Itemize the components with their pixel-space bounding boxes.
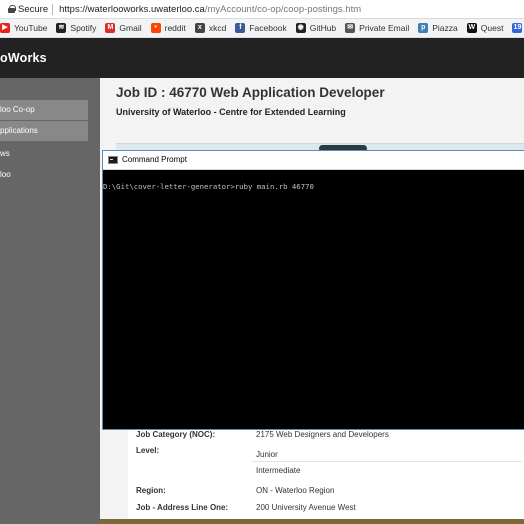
bookmark-spotify[interactable]: ≋ Spotify [56, 23, 96, 33]
address-bar[interactable]: Secure https://waterlooworks.uwaterloo.c… [0, 0, 524, 19]
detail-row-address: Job - Address Line One: [136, 503, 228, 512]
spotify-icon: ≋ [56, 23, 67, 33]
sidebar-item-coop[interactable]: loo Co-op [0, 100, 88, 120]
bookmark-label: YouTube [14, 23, 48, 33]
bookmark-label: Facebook [249, 23, 287, 33]
bookmark-label: xkcd [208, 23, 227, 33]
bookmark-xkcd[interactable]: x xkcd [194, 23, 227, 33]
bookmark-label: GitHub [309, 23, 337, 33]
terminal-icon [108, 156, 118, 164]
detail-row-category: Job Category (NOC): [136, 430, 215, 439]
row-divider [252, 461, 522, 462]
xkcd-icon: x [194, 23, 205, 33]
facebook-icon: f [235, 23, 246, 33]
sidebar-item-news[interactable]: ws [0, 144, 88, 164]
bookmark-calen[interactable]: 19Calen [512, 23, 524, 33]
detail-value: Intermediate [256, 466, 301, 475]
address-divider [52, 3, 54, 15]
bookmark-label: Private Email [359, 23, 410, 33]
gmail-icon: M [105, 23, 116, 33]
bookmark-label: Spotify [70, 23, 97, 33]
bookmark-label: reddit [164, 23, 186, 33]
detail-label: Job Category (NOC): [136, 430, 216, 439]
url-path[interactable]: /myAccount/co-op/coop-postings.htm [205, 4, 361, 15]
command-prompt-window[interactable]: Command Prompt D:\Git\cover-letter-gener… [102, 150, 524, 430]
calendar-icon: 19 [512, 23, 523, 33]
bookmark-piazza[interactable]: p Piazza [418, 23, 458, 33]
job-organization: University of Waterloo - Centre for Exte… [116, 107, 346, 117]
url-host[interactable]: https://waterlooworks.uwaterloo.ca [59, 4, 205, 15]
bookmark-facebook[interactable]: f Facebook [235, 23, 287, 33]
detail-label: Job - Address Line One: [136, 503, 229, 512]
job-title: Job ID : 46770 Web Application Developer [116, 85, 385, 100]
piazza-icon: p [418, 23, 429, 33]
cmd-title: Command Prompt [122, 155, 187, 164]
bookmark-github[interactable]: ◉ GitHub [295, 23, 337, 33]
detail-value: ON - Waterloo Region [256, 486, 335, 495]
sidebar-item-waterloo[interactable]: loo [0, 165, 88, 185]
detail-value: Junior [256, 450, 278, 459]
detail-value: 2175 Web Designers and Developers [256, 430, 389, 439]
detail-label: Level: [136, 446, 160, 455]
site-header: oWorks [0, 38, 524, 78]
private-email-icon: ✉ [345, 23, 356, 33]
lock-icon [8, 5, 16, 13]
bookmark-reddit[interactable]: • reddit [150, 23, 186, 33]
bookmark-private-email[interactable]: ✉ Private Email [345, 23, 409, 33]
detail-value: 200 University Avenue West [256, 503, 356, 512]
detail-row-region: Region: [136, 486, 166, 495]
detail-label: Region: [136, 486, 166, 495]
quest-icon: W [466, 23, 477, 33]
sidebar-item-applications[interactable]: pplications [0, 121, 88, 141]
bookmark-label: Quest [480, 23, 504, 33]
bookmark-gmail[interactable]: M Gmail [105, 23, 142, 33]
bookmark-quest[interactable]: W Quest [466, 23, 504, 33]
bookmarks-bar: ▶ YouTube ≋ Spotify M Gmail • reddit x xkcd f Faceb… [0, 19, 524, 38]
sidebar: loo Co-op pplications ws loo [0, 78, 100, 524]
taskbar [100, 519, 524, 524]
cmd-titlebar[interactable]: Command Prompt [103, 151, 524, 170]
cmd-output-line[interactable]: D:\Git\cover-letter-generator>ruby main.… [103, 182, 314, 191]
security-label: Secure [18, 3, 49, 15]
job-details-table: Job Category (NOC): 2175 Web Designers a… [128, 424, 524, 524]
youtube-icon: ▶ [0, 23, 10, 33]
bookmark-label: Gmail [119, 23, 142, 33]
bookmark-youtube[interactable]: ▶ YouTube [0, 23, 47, 33]
detail-row-level: Level: [136, 446, 159, 455]
bookmark-label: Piazza [432, 23, 458, 33]
reddit-icon: • [150, 23, 161, 33]
github-icon: ◉ [295, 23, 306, 33]
site-brand[interactable]: oWorks [0, 51, 47, 65]
